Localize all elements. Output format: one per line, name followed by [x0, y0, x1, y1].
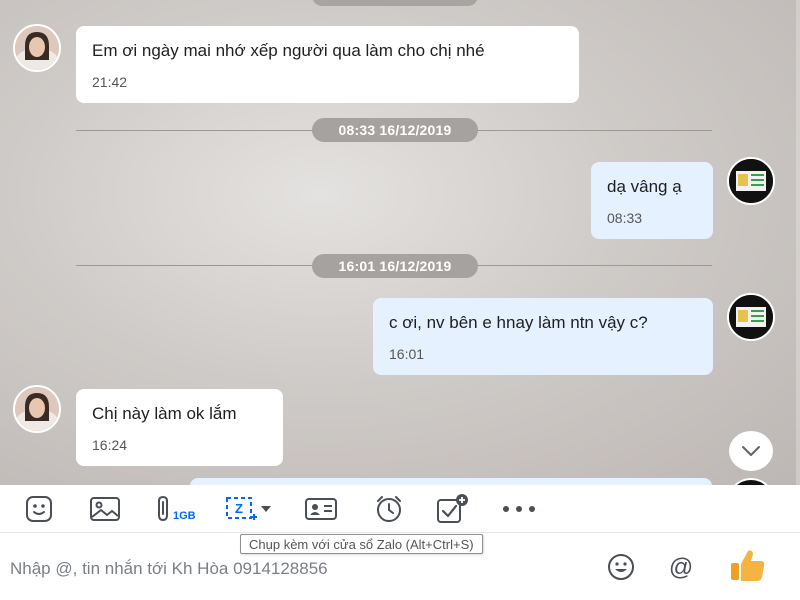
- message-bubble-outgoing-partial[interactable]: [190, 478, 712, 485]
- message-time: 16:01: [389, 346, 425, 362]
- screenshot-tooltip: Chụp kèm với cửa sổ Zalo (Alt+Ctrl+S): [240, 534, 483, 554]
- message-text: c ơi, nv bên e hnay làm ntn vậy c?: [389, 313, 648, 332]
- message-bubble-outgoing[interactable]: c ơi, nv bên e hnay làm ntn vậy c? 16:01: [373, 298, 713, 375]
- send-image-button[interactable]: [88, 493, 122, 525]
- my-avatar[interactable]: [727, 157, 775, 205]
- contact-card-icon: [305, 498, 337, 520]
- date-divider: 16:01 16/12/2019: [312, 254, 478, 278]
- chat-area[interactable]: Em ơi ngày mai nhớ xếp người qua làm cho…: [0, 0, 800, 485]
- more-options-button[interactable]: [500, 493, 538, 525]
- message-bubble-incoming[interactable]: Chị này làm ok lắm 16:24: [76, 389, 283, 466]
- mention-icon: @: [669, 554, 693, 581]
- sticker-icon: [26, 496, 52, 522]
- more-icon: [503, 506, 535, 512]
- thumbs-up-icon: [731, 550, 765, 581]
- message-text: Em ơi ngày mai nhớ xếp người qua làm cho…: [92, 41, 485, 60]
- message-time: 21:42: [92, 74, 128, 90]
- send-contact-card-button[interactable]: [303, 493, 339, 525]
- paperclip-icon: [158, 495, 168, 522]
- reminder-clock-icon: [377, 496, 401, 522]
- todo-button[interactable]: [434, 493, 472, 525]
- date-divider: 08:33 16/12/2019: [312, 118, 478, 142]
- chevron-down-icon: [742, 446, 760, 456]
- chevron-down-icon[interactable]: [259, 504, 273, 514]
- screenshot-icon: Z: [226, 497, 257, 520]
- emoji-icon: [608, 554, 634, 580]
- my-avatar[interactable]: [727, 293, 775, 341]
- screenshot-button[interactable]: Z: [220, 493, 276, 525]
- contact-avatar[interactable]: [13, 385, 61, 433]
- message-bubble-incoming[interactable]: Em ơi ngày mai nhớ xếp người qua làm cho…: [76, 26, 579, 103]
- scrollbar[interactable]: [796, 0, 800, 485]
- message-time: 08:33: [607, 210, 643, 226]
- contact-avatar[interactable]: [13, 24, 61, 72]
- composer-toolbar: 1GB Z: [0, 485, 800, 533]
- message-input[interactable]: Nhập @, tin nhắn tới Kh Hòa 0914128856: [10, 559, 328, 579]
- attach-size-badge: 1GB: [173, 510, 196, 522]
- message-time: 16:24: [92, 437, 128, 453]
- emoji-button[interactable]: [606, 552, 636, 582]
- send-like-button[interactable]: [728, 546, 768, 584]
- sticker-button[interactable]: [22, 493, 56, 525]
- image-icon: [90, 497, 120, 521]
- message-text: Chị này làm ok lắm: [92, 404, 237, 423]
- message-text: dạ vâng ạ: [607, 177, 682, 196]
- message-bubble-outgoing[interactable]: dạ vâng ạ 08:33: [591, 162, 713, 239]
- mention-button[interactable]: @: [666, 552, 696, 582]
- attach-file-button[interactable]: [154, 493, 174, 525]
- scroll-to-bottom-button[interactable]: [729, 431, 773, 471]
- todo-icon: [437, 494, 468, 523]
- svg-text:@: @: [669, 554, 693, 581]
- reminder-button[interactable]: [372, 493, 406, 525]
- my-avatar-partial: [727, 478, 775, 485]
- svg-text:Z: Z: [235, 501, 243, 516]
- date-divider-partial: [312, 0, 478, 6]
